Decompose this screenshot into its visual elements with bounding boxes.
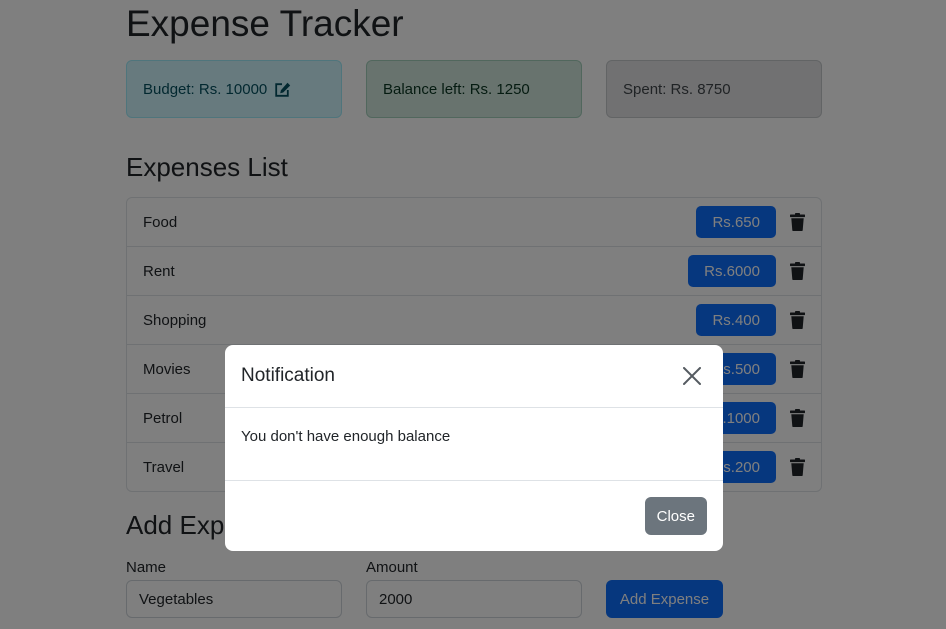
modal-header: Notification: [225, 345, 723, 408]
modal-message: You don't have enough balance: [241, 428, 451, 445]
modal-body: You don't have enough balance: [225, 408, 723, 481]
modal-title: Notification: [241, 365, 335, 386]
modal-footer: Close: [225, 481, 723, 551]
notification-modal: Notification You don't have enough balan…: [225, 345, 723, 551]
close-button[interactable]: Close: [644, 497, 707, 535]
close-icon[interactable]: [677, 361, 707, 391]
